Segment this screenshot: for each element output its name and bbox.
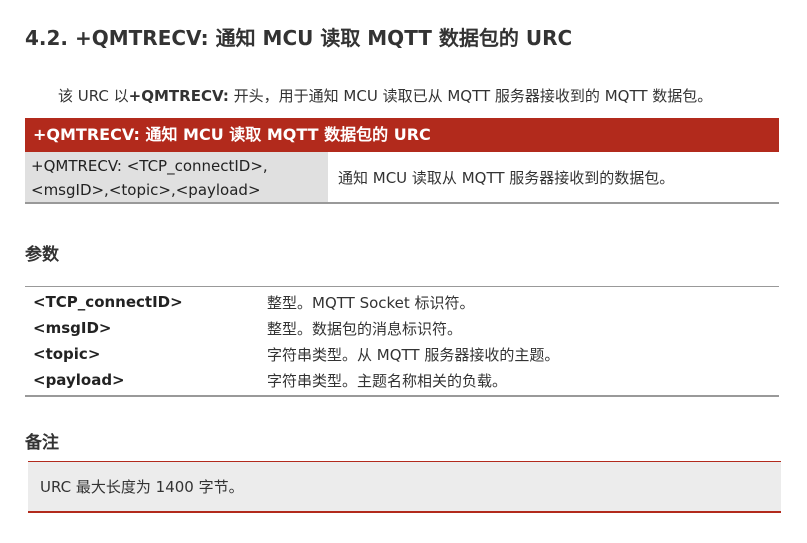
intro-suffix: 开头，用于通知 MCU 读取已从 MQTT 服务器接收到的 MQTT 数据包。 (228, 87, 713, 105)
urc-table-row: +QMTRECV: <TCP_connectID>,<msgID>,<topic… (25, 152, 779, 204)
intro-paragraph: 该 URC 以+QMTRECV: 开头，用于通知 MCU 读取已从 MQTT 服… (58, 85, 712, 106)
parameter-description: 字符串类型。从 MQTT 服务器接收的主题。 (267, 345, 560, 364)
parameter-row: <msgID> 整型。数据包的消息标识符。 (25, 315, 779, 341)
urc-table-header: +QMTRECV: 通知 MCU 读取 MQTT 数据包的 URC (25, 118, 779, 152)
urc-table: +QMTRECV: 通知 MCU 读取 MQTT 数据包的 URC +QMTRE… (25, 118, 779, 204)
parameter-description: 整型。MQTT Socket 标识符。 (267, 293, 475, 312)
parameter-description: 字符串类型。主题名称相关的负载。 (267, 371, 508, 390)
parameter-description: 整型。数据包的消息标识符。 (267, 319, 463, 338)
section-title: 4.2. +QMTRECV: 通知 MCU 读取 MQTT 数据包的 URC (25, 26, 573, 50)
parameter-name: <topic> (33, 345, 101, 363)
notes-heading: 备注 (25, 433, 59, 453)
parameters-heading: 参数 (25, 245, 59, 265)
parameter-row: <TCP_connectID> 整型。MQTT Socket 标识符。 (25, 289, 779, 315)
urc-description: 通知 MCU 读取从 MQTT 服务器接收到的数据包。 (328, 152, 779, 202)
intro-command: +QMTRECV: (128, 87, 229, 105)
parameters-table: <TCP_connectID> 整型。MQTT Socket 标识符。 <msg… (25, 286, 779, 397)
parameter-row: <payload> 字符串类型。主题名称相关的负载。 (25, 367, 779, 393)
parameter-name: <msgID> (33, 319, 112, 337)
note-box: URC 最大长度为 1400 字节。 (28, 461, 781, 513)
note-text: URC 最大长度为 1400 字节。 (40, 478, 244, 496)
intro-prefix: 该 URC 以 (58, 87, 129, 105)
urc-syntax: +QMTRECV: <TCP_connectID>,<msgID>,<topic… (25, 152, 328, 202)
parameter-name: <TCP_connectID> (33, 293, 183, 311)
parameter-name: <payload> (33, 371, 125, 389)
parameter-row: <topic> 字符串类型。从 MQTT 服务器接收的主题。 (25, 341, 779, 367)
